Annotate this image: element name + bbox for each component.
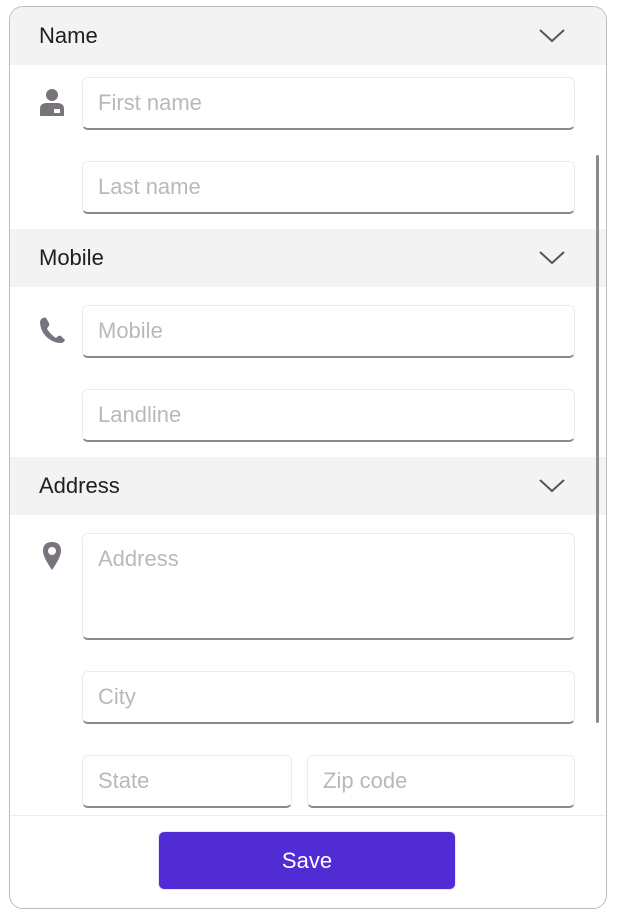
form-scroll-area[interactable]: Name Mobile [10, 7, 606, 815]
section-title-mobile: Mobile [39, 245, 104, 270]
person-icon [37, 87, 67, 117]
state-input[interactable] [83, 756, 291, 806]
location-pin-icon [37, 540, 67, 570]
state-field[interactable] [82, 755, 292, 808]
section-header-address[interactable]: Address [10, 457, 606, 515]
section-title-address: Address [39, 473, 120, 498]
landline-field[interactable] [82, 389, 575, 442]
section-title-name: Name [39, 23, 98, 48]
contact-form-panel: Name Mobile [9, 6, 607, 909]
first-name-input[interactable] [83, 78, 574, 128]
last-name-field[interactable] [82, 161, 575, 214]
chevron-down-icon[interactable] [538, 28, 566, 44]
section-header-mobile[interactable]: Mobile [10, 229, 606, 287]
first-name-field[interactable] [82, 77, 575, 130]
section-header-name[interactable]: Name [10, 7, 606, 65]
zip-code-field[interactable] [307, 755, 575, 808]
save-button[interactable]: Save [159, 832, 455, 889]
last-name-input[interactable] [83, 162, 574, 212]
address-field[interactable] [82, 533, 575, 640]
chevron-down-icon[interactable] [538, 250, 566, 266]
landline-input[interactable] [83, 390, 574, 440]
city-input[interactable] [83, 672, 574, 722]
chevron-down-icon[interactable] [538, 478, 566, 494]
city-field[interactable] [82, 671, 575, 724]
address-input[interactable] [83, 534, 574, 638]
footer-divider [10, 815, 606, 816]
mobile-input[interactable] [83, 306, 574, 356]
vertical-scrollbar[interactable] [596, 155, 599, 723]
mobile-field[interactable] [82, 305, 575, 358]
zip-code-input[interactable] [308, 756, 574, 806]
phone-icon [37, 315, 67, 345]
